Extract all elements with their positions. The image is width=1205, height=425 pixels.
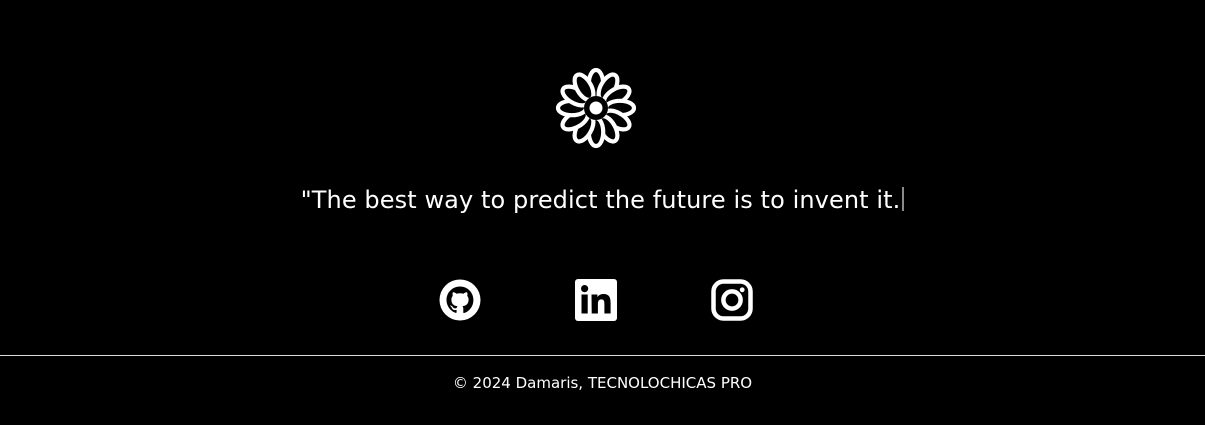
linkedin-icon (575, 279, 617, 321)
instagram-icon (711, 279, 753, 321)
github-icon (439, 279, 481, 321)
quote-text: "The best way to predict the future is t… (300, 186, 901, 214)
quote-text-container: "The best way to predict the future is t… (0, 183, 1205, 217)
github-link[interactable] (438, 278, 482, 322)
page: "The best way to predict the future is t… (0, 0, 1205, 425)
footer-divider (0, 355, 1205, 356)
flower-icon (555, 67, 637, 149)
typing-cursor (902, 187, 905, 211)
flower-logo-icon (555, 67, 637, 149)
copyright-text: © 2024 Damaris, TECNOLOCHICAS PRO (452, 374, 753, 392)
instagram-link[interactable] (710, 278, 754, 322)
linkedin-link[interactable] (574, 278, 618, 322)
flower-center (589, 101, 603, 115)
